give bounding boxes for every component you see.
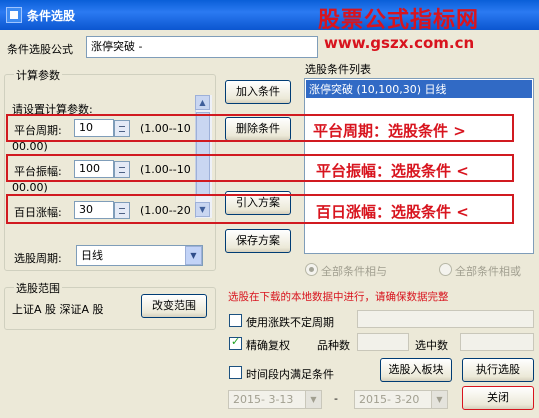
params-group-title: 计算参数 — [14, 67, 62, 83]
checkbox-indefinite-period[interactable] — [229, 314, 242, 327]
period-dropdown-icon[interactable]: ▼ — [185, 246, 202, 265]
condition-list-item[interactable]: 涨停突破 (10,100,30) 日线 — [306, 80, 532, 98]
radio-and[interactable] — [305, 263, 318, 276]
condition-list-title: 选股条件列表 — [305, 63, 371, 76]
scroll-up-icon[interactable]: ▲ — [195, 95, 210, 110]
annotation-amplitude: 平台振幅：选股条件 < — [316, 162, 469, 180]
date-separator: - — [334, 392, 338, 405]
date-to-dropdown-icon: ▼ — [431, 390, 448, 409]
close-button[interactable]: 关闭 — [462, 386, 534, 410]
range-group-title: 选股范围 — [14, 280, 62, 296]
period-label: 选股周期: — [14, 252, 62, 265]
window-title: 条件选股 — [27, 9, 76, 23]
selected-label: 选中数 — [415, 339, 448, 352]
radio-or-label: 全部条件相或 — [455, 265, 521, 278]
radio-or[interactable] — [439, 263, 452, 276]
annotation-gain: 百日涨幅：选股条件 < — [316, 203, 469, 221]
count-label: 品种数 — [317, 339, 350, 352]
selected-value — [460, 333, 534, 351]
indefinite-period-label: 使用涨跌不定周期 — [246, 316, 334, 329]
annotation-period: 平台周期：选股条件 > — [313, 122, 466, 140]
to-block-button[interactable]: 选股入板块 — [380, 358, 452, 382]
indefinite-period-input — [357, 310, 534, 328]
change-range-button[interactable]: 改变范围 — [141, 294, 207, 318]
checkbox-precise-adjust[interactable] — [229, 335, 242, 350]
execute-button[interactable]: 执行选股 — [462, 358, 534, 382]
notice-text: 选股在下载的本地数据中进行，请确保数据完整 — [228, 291, 449, 303]
period-select[interactable]: 日线 — [76, 245, 203, 266]
range-value: 上证A 股 深证A 股 — [12, 303, 104, 316]
precise-adjust-label: 精确复权 — [246, 339, 290, 352]
param-range-amplitude-end: 00.00) — [12, 181, 48, 194]
add-condition-button[interactable]: 加入条件 — [225, 80, 291, 104]
watermark-url: www.gszx.com.cn — [324, 34, 475, 52]
watermark-name: 股票公式指标网 — [318, 8, 480, 33]
checkbox-within-period[interactable] — [229, 366, 242, 379]
app-icon — [6, 7, 22, 23]
count-value — [357, 333, 409, 351]
save-scheme-button[interactable]: 保存方案 — [225, 229, 291, 253]
within-period-label: 时间段内满足条件 — [246, 368, 334, 381]
formula-label: 条件选股公式 — [7, 43, 73, 56]
formula-input[interactable]: 涨停突破 - — [86, 36, 318, 58]
date-from-dropdown-icon: ▼ — [305, 390, 322, 409]
radio-and-label: 全部条件相与 — [321, 265, 387, 278]
